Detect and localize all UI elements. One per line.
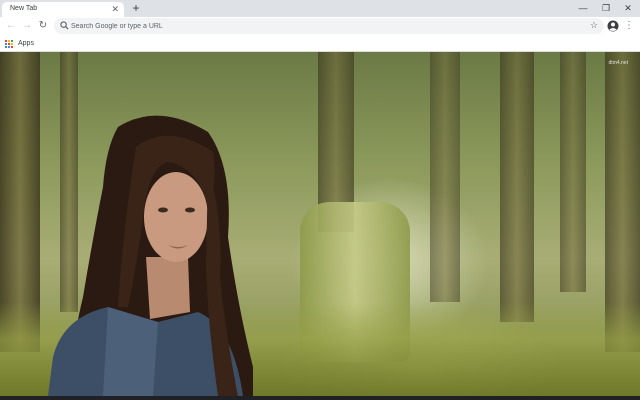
apps-grid-dot (8, 45, 10, 48)
apps-grid-dot (5, 42, 7, 45)
forward-button[interactable]: → (20, 19, 34, 33)
menu-icon[interactable]: ⋮ (623, 19, 635, 33)
tab-new-tab[interactable]: New Tab ✕ (2, 2, 124, 17)
minimize-icon[interactable]: — (573, 1, 593, 15)
apps-grid-dot (5, 45, 7, 48)
bookmark-star-icon[interactable]: ☆ (588, 19, 600, 31)
woman-portrait (48, 115, 253, 396)
apps-grid-dot (11, 39, 13, 42)
apps-grid-dot (11, 45, 13, 48)
toolbar: ← → ↻ ☆ ⋮ (0, 17, 640, 35)
apps-grid-dot (11, 42, 13, 45)
tab-title: New Tab (10, 5, 38, 12)
maximize-icon[interactable]: ❐ (596, 1, 616, 15)
tree-trunk (500, 52, 534, 322)
apps-shortcut[interactable]: Apps (5, 38, 34, 49)
tree-trunk (430, 52, 460, 302)
reload-button[interactable]: ↻ (36, 19, 50, 33)
window-bottom-edge (0, 396, 640, 400)
apps-grid-dot (5, 39, 7, 42)
tab-close-icon[interactable]: ✕ (111, 4, 119, 14)
wallpaper: dtm4.net (0, 52, 640, 396)
address-input[interactable] (71, 18, 571, 34)
new-tab-button[interactable]: + (129, 1, 143, 15)
apps-grid-dot (8, 39, 10, 42)
apps-grid-icon (5, 39, 13, 48)
search-icon (60, 21, 69, 30)
watermark-text: dtm4.net (608, 60, 628, 66)
profile-avatar-icon[interactable] (607, 20, 619, 32)
tree-trunk (560, 52, 586, 292)
bookmarks-bar: Apps (0, 35, 640, 52)
back-button[interactable]: ← (4, 19, 18, 33)
close-window-icon[interactable]: ✕ (618, 1, 638, 15)
omnibox[interactable] (54, 18, 604, 34)
apps-grid-dot (8, 42, 10, 45)
apps-label: Apps (18, 40, 34, 47)
tab-strip: New Tab ✕ + — ❐ ✕ (0, 0, 640, 17)
